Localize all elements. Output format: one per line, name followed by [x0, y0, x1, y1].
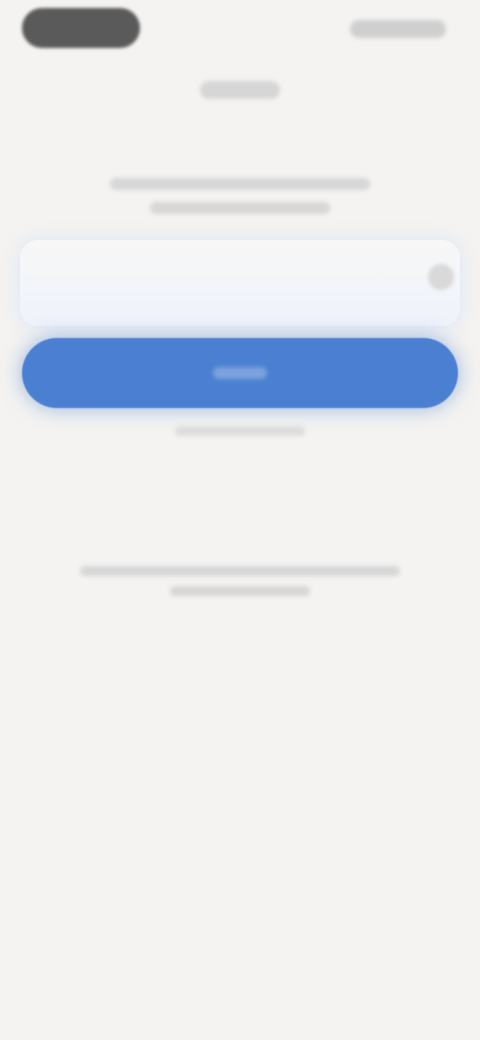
status-indicators: [350, 20, 446, 38]
secondary-link[interactable]: [0, 426, 480, 436]
field-icon[interactable]: [428, 264, 454, 290]
intro-line-1: [110, 178, 370, 190]
primary-button-label: [213, 367, 267, 379]
app-screen: [0, 0, 480, 1040]
primary-button[interactable]: [22, 338, 458, 408]
legal-text: [0, 566, 480, 596]
intro-line-2: [150, 202, 330, 214]
intro-text: [0, 178, 480, 214]
legal-line-2: [170, 586, 310, 596]
page-title: [200, 81, 280, 99]
legal-line-1: [80, 566, 400, 576]
secondary-link-text: [175, 426, 305, 436]
status-pill: [22, 8, 140, 48]
header: [0, 62, 480, 118]
input-field[interactable]: [20, 240, 460, 326]
